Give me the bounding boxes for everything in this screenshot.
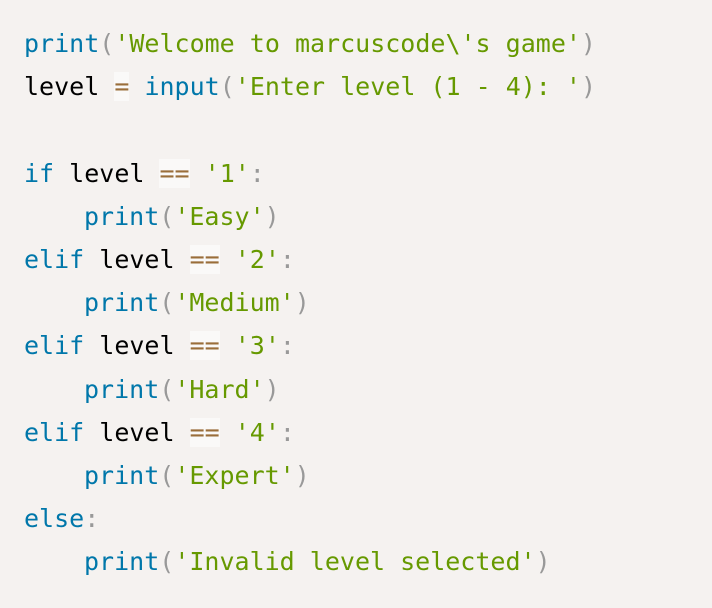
keyword-token: elif <box>24 331 85 361</box>
function-token: print <box>84 460 160 490</box>
keyword-token: elif <box>24 244 85 274</box>
code-line: elif level == '2': <box>24 238 688 281</box>
punctuation-token: ( <box>159 547 175 577</box>
punctuation-token: : <box>279 417 295 447</box>
punctuation-token: ( <box>159 288 175 318</box>
punctuation-token: ) <box>535 547 551 577</box>
text-token: level <box>54 158 160 188</box>
code-line: elif level == '4': <box>24 411 688 454</box>
code-line: print('Expert') <box>24 454 688 497</box>
punctuation-token: ) <box>264 374 280 404</box>
function-token: input <box>144 72 220 102</box>
code-line: elif level == '3': <box>24 324 688 367</box>
punctuation-token: ( <box>219 72 235 102</box>
punctuation-token: ( <box>159 374 175 404</box>
string-token: '3' <box>234 331 280 361</box>
string-token: '2' <box>234 244 280 274</box>
code-lines: print('Welcome to marcuscode\'s game') le… <box>24 22 688 583</box>
string-token: '4' <box>234 417 280 447</box>
operator-token: == <box>189 417 220 447</box>
function-token: print <box>24 29 100 58</box>
code-line: if level == '1': <box>24 152 688 195</box>
string-token: 'Easy' <box>174 201 265 231</box>
punctuation-token: ) <box>294 460 310 490</box>
text-token: level <box>84 331 190 361</box>
punctuation-token: : <box>84 504 100 534</box>
code-line: print('Medium') <box>24 281 688 324</box>
operator-token: = <box>114 72 130 102</box>
operator-token: == <box>189 244 220 274</box>
punctuation-token: ( <box>159 201 175 231</box>
string-token: 'Enter level (1 - 4): ' <box>234 72 581 102</box>
function-token: print <box>84 288 160 318</box>
code-line: level = input('Enter level (1 - 4): ') <box>24 65 688 108</box>
punctuation-token: ( <box>159 460 175 490</box>
punctuation-token: ) <box>294 288 310 318</box>
punctuation-token: ) <box>264 201 280 231</box>
keyword-token: elif <box>24 417 85 447</box>
code-line: print('Hard') <box>24 368 688 411</box>
string-token: '1' <box>204 158 250 188</box>
code-line: print('Easy') <box>24 195 688 238</box>
code-block: print('Welcome to marcuscode\'s game') le… <box>0 0 712 608</box>
function-token: print <box>84 374 160 404</box>
text-token: level <box>24 72 115 102</box>
text-token: level <box>84 244 190 274</box>
punctuation-token: : <box>279 331 295 361</box>
function-token: print <box>84 547 160 577</box>
operator-token: == <box>159 158 190 188</box>
string-token: 'Welcome to marcuscode\'s game' <box>114 29 581 58</box>
string-token: 'Hard' <box>174 374 265 404</box>
function-token: print <box>84 201 160 231</box>
string-token: 'Invalid level selected' <box>174 547 536 577</box>
string-token: 'Medium' <box>174 288 295 318</box>
text-token: level <box>84 417 190 447</box>
code-line: else: <box>24 497 688 540</box>
code-line: print('Invalid level selected') <box>24 540 688 583</box>
keyword-token: if <box>24 158 55 188</box>
punctuation-token: ( <box>99 29 115 58</box>
punctuation-token: : <box>249 158 265 188</box>
operator-token: == <box>189 331 220 361</box>
keyword-token: else <box>24 504 85 534</box>
string-token: 'Expert' <box>174 460 295 490</box>
punctuation-token: ) <box>580 29 596 58</box>
code-line: print('Welcome to marcuscode\'s game') <box>24 22 688 65</box>
punctuation-token: : <box>279 244 295 274</box>
punctuation-token: ) <box>580 72 597 102</box>
